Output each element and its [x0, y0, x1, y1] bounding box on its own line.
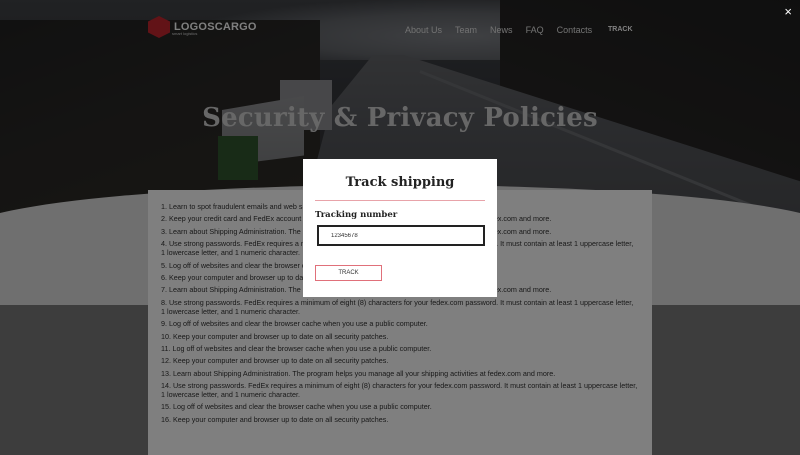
tracking-number-label: Tracking number [315, 210, 398, 220]
track-shipping-modal: Track shipping Tracking number TRACK [303, 159, 497, 297]
track-submit-button[interactable]: TRACK [315, 265, 382, 281]
tracking-number-input[interactable] [317, 225, 485, 246]
close-icon[interactable]: × [784, 4, 792, 19]
modal-title: Track shipping [345, 175, 455, 190]
modal-divider [315, 200, 485, 201]
